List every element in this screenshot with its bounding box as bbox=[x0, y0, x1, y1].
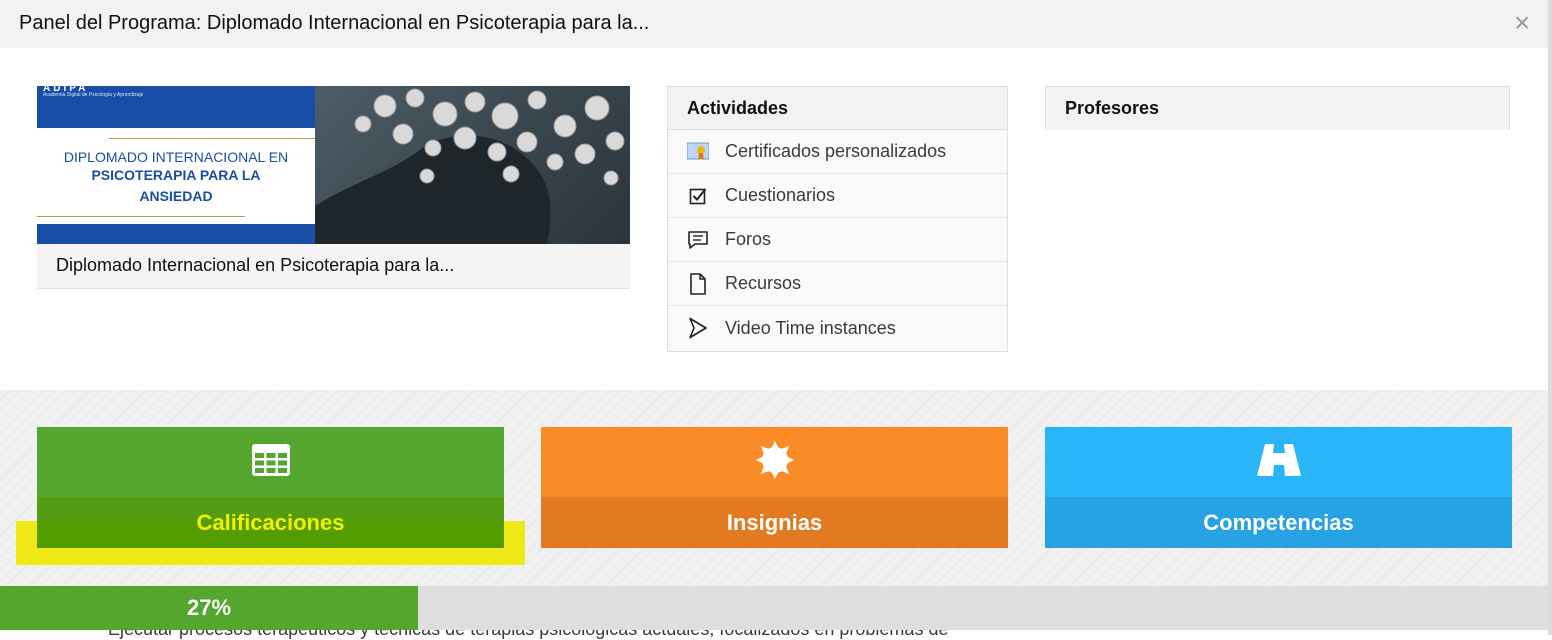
banner-line-2: PSICOTERAPIA PARA LA bbox=[91, 167, 261, 183]
course-card[interactable]: ADIPA Academia Digital de Psicología y A… bbox=[37, 86, 630, 289]
modal-header: Panel del Programa: Diplomado Internacio… bbox=[0, 0, 1548, 48]
road-icon bbox=[1256, 443, 1302, 482]
activity-item-video-time[interactable]: Video Time instances bbox=[668, 306, 1007, 350]
badge-icon bbox=[755, 440, 795, 485]
course-photo bbox=[315, 86, 630, 244]
grades-tile[interactable]: Calificaciones bbox=[37, 427, 504, 548]
banner-tagline: Academia Digital de Psicología y Aprendi… bbox=[43, 92, 144, 98]
grades-tile-label: Calificaciones bbox=[37, 497, 504, 548]
competencies-tile-icon-area bbox=[1045, 427, 1512, 497]
progress-label: 27% bbox=[186, 595, 232, 620]
activity-label: Cuestionarios bbox=[725, 185, 836, 205]
banner-divider bbox=[109, 138, 315, 139]
activity-item-resources[interactable]: Recursos bbox=[668, 262, 1007, 306]
modal-title: Panel del Programa: Diplomado Internacio… bbox=[19, 12, 650, 34]
crumpled-paper-head-illustration bbox=[315, 88, 625, 244]
activity-label: Video Time instances bbox=[725, 317, 896, 338]
banner-top-band: ADIPA Academia Digital de Psicología y A… bbox=[37, 86, 315, 128]
banner-line-3: ANSIEDAD bbox=[139, 188, 213, 204]
activity-label: Recursos bbox=[725, 273, 802, 293]
progress-bar: 27% bbox=[0, 586, 1548, 630]
activity-item-forums[interactable]: Foros bbox=[668, 218, 1007, 262]
activity-item-certificates[interactable]: Certificados personalizados bbox=[668, 130, 1007, 174]
forum-icon bbox=[687, 229, 709, 251]
activity-label: Certificados personalizados bbox=[725, 141, 947, 161]
banner-bottom-band bbox=[37, 224, 315, 244]
badges-tile-label: Insignias bbox=[541, 497, 1008, 548]
teachers-panel: Profesores bbox=[1045, 86, 1510, 130]
badges-tile-icon-area bbox=[541, 427, 1008, 497]
competencies-tile[interactable]: Competencias bbox=[1045, 427, 1512, 548]
badges-tile[interactable]: Insignias bbox=[541, 427, 1008, 548]
competencies-tile-label: Competencias bbox=[1045, 497, 1512, 548]
teachers-title: Profesores bbox=[1046, 87, 1509, 130]
activities-title: Actividades bbox=[668, 87, 1007, 130]
close-icon[interactable]: × bbox=[1514, 8, 1530, 38]
activities-panel: Actividades Certificados personalizados … bbox=[667, 86, 1008, 352]
play-icon bbox=[687, 317, 709, 339]
file-icon bbox=[687, 272, 709, 295]
grades-tile-icon-area bbox=[37, 427, 504, 497]
certificate-icon bbox=[687, 141, 709, 163]
scrollbar[interactable] bbox=[1548, 0, 1552, 635]
activity-label: Foros bbox=[725, 229, 772, 249]
table-icon bbox=[251, 443, 291, 482]
activity-item-quizzes[interactable]: Cuestionarios bbox=[668, 174, 1007, 218]
banner-line-1: DIPLOMADO INTERNACIONAL EN bbox=[63, 149, 289, 165]
quiz-checkbox-icon bbox=[687, 185, 709, 207]
banner-divider bbox=[37, 216, 245, 217]
course-name[interactable]: Diplomado Internacional en Psicoterapia … bbox=[56, 255, 454, 276]
course-image[interactable]: ADIPA Academia Digital de Psicología y A… bbox=[37, 86, 630, 244]
course-banner: ADIPA Academia Digital de Psicología y A… bbox=[37, 86, 315, 244]
